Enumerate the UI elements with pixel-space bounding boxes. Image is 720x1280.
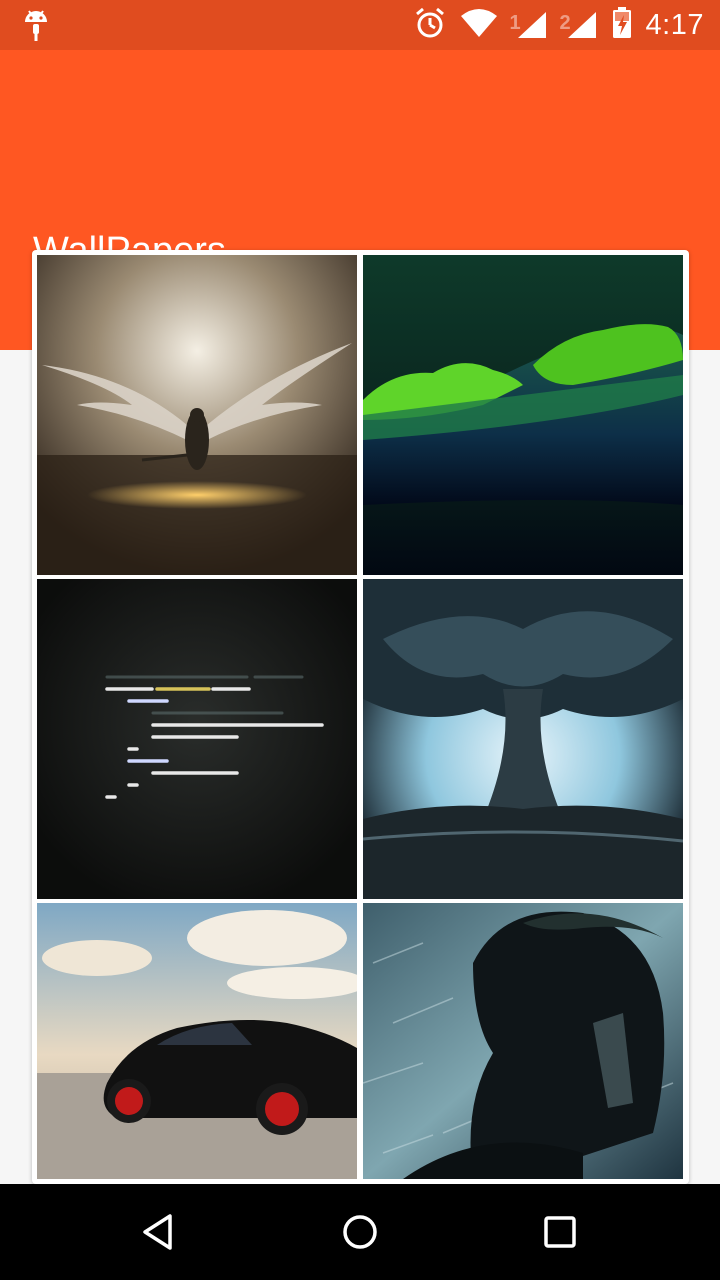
alarm-icon: [414, 7, 446, 44]
code-wallpaper-image: [37, 579, 357, 899]
battery-charging-icon: [612, 6, 632, 44]
tree-wallpaper-image: [363, 579, 683, 899]
wallpaper-tile-car[interactable]: [37, 903, 357, 1179]
wallpaper-tile-spartan[interactable]: [363, 903, 683, 1179]
moss-wallpaper-image: [363, 255, 683, 575]
android-debug-icon: [22, 8, 50, 47]
back-icon: [143, 1214, 172, 1250]
sim1-signal: 1: [510, 10, 548, 40]
navigation-bar: [0, 1184, 720, 1280]
wallpaper-tile-tree[interactable]: [363, 579, 683, 899]
status-time: 4:17: [645, 8, 704, 41]
wifi-icon: [460, 8, 498, 43]
back-button[interactable]: [100, 1184, 220, 1280]
wallpaper-tile-code[interactable]: [37, 579, 357, 899]
sim2-signal: 2: [560, 10, 598, 40]
wallpaper-grid: [32, 250, 689, 1184]
home-button[interactable]: [300, 1184, 420, 1280]
spartan-wallpaper-image: [363, 903, 683, 1179]
car-wallpaper-image: [37, 903, 357, 1179]
wallpaper-tile-angel[interactable]: [37, 255, 357, 575]
screen: 1 2 4:17 Wal: [0, 0, 720, 1280]
angel-wallpaper-image: [37, 255, 357, 575]
wallpaper-tile-moss[interactable]: [363, 255, 683, 575]
recents-button[interactable]: [500, 1184, 620, 1280]
status-bar: 1 2 4:17: [0, 0, 720, 50]
home-icon: [343, 1215, 377, 1249]
recents-icon: [544, 1216, 576, 1248]
